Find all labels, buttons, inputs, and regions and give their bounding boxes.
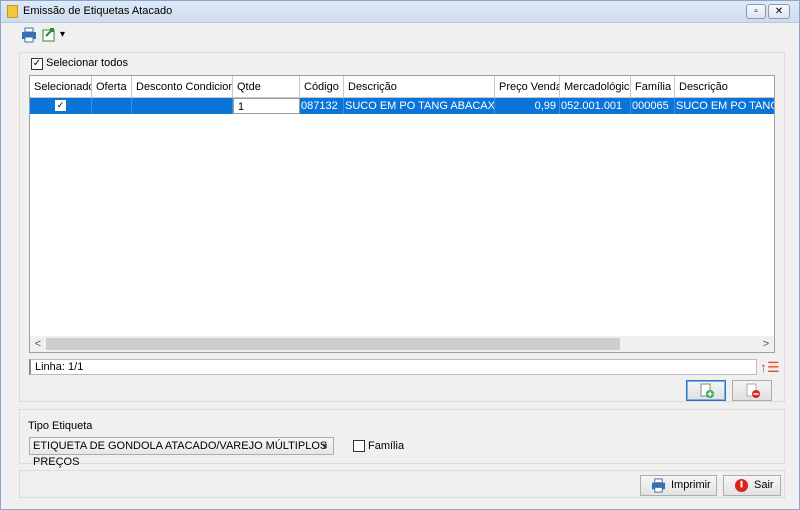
col-descricao[interactable]: Descrição	[344, 76, 495, 98]
col-descricao-familia[interactable]: Descrição	[675, 76, 774, 98]
cell-descricao[interactable]: SUCO EM PO TANG ABACAXI 25G	[344, 98, 495, 114]
scroll-left-icon[interactable]: <	[30, 336, 46, 352]
row-select-checkbox[interactable]: ✓	[55, 100, 66, 111]
toolbar: ▾	[1, 24, 799, 48]
col-qtde[interactable]: Qtde	[233, 76, 300, 98]
familia-checkbox-label: Família	[368, 440, 405, 452]
horizontal-scrollbar[interactable]: < >	[30, 336, 774, 352]
remove-icon	[746, 383, 760, 398]
app-icon	[7, 5, 18, 18]
add-item-button[interactable]	[686, 380, 726, 401]
col-selecionado[interactable]: Selecionado	[30, 76, 92, 98]
imprimir-button[interactable]: Imprimir	[640, 475, 717, 496]
col-preco-venda[interactable]: Preço Venda	[495, 76, 560, 98]
sair-label: Sair	[754, 479, 774, 491]
cell-descricao-familia[interactable]: SUCO EM PO TANG 25G	[675, 98, 774, 114]
footer-panel: Imprimir Sair	[19, 470, 785, 498]
sort-icon[interactable]: ↑☰	[760, 359, 780, 375]
familia-checkbox[interactable]	[353, 440, 365, 452]
cell-codigo[interactable]: 087132	[300, 98, 344, 114]
close-button[interactable]: ✕	[768, 4, 790, 19]
cell-selecionado[interactable]: ✓	[30, 98, 92, 114]
remove-item-button[interactable]	[732, 380, 772, 401]
grid-header: Selecionado Oferta Desconto Condicional …	[30, 76, 774, 98]
cell-oferta[interactable]	[92, 98, 132, 114]
table-row[interactable]: ✓ 1 087132 SUCO EM PO TANG ABACAXI 25G 0…	[30, 98, 774, 114]
select-all-checkbox[interactable]: ✓	[31, 58, 43, 70]
cell-preco-venda[interactable]: 0,99	[495, 98, 560, 114]
col-familia[interactable]: Família	[631, 76, 675, 98]
cell-familia[interactable]: 000065	[631, 98, 675, 114]
cell-desconto[interactable]	[132, 98, 233, 114]
exit-icon	[734, 478, 749, 493]
col-desconto-condicional[interactable]: Desconto Condicional	[132, 76, 233, 98]
cell-qtde-input[interactable]: 1	[233, 98, 300, 114]
export-dropdown-caret[interactable]: ▾	[60, 29, 65, 40]
items-grid[interactable]: Selecionado Oferta Desconto Condicional …	[29, 75, 775, 353]
export-icon[interactable]	[41, 27, 57, 43]
items-panel: ✓ Selecionar todos Selecionado Oferta De…	[19, 52, 785, 402]
label-type-panel: Tipo Etiqueta ETIQUETA DE GONDOLA ATACAD…	[19, 409, 785, 468]
row-counter: Linha: 1/1	[35, 361, 84, 373]
sair-button[interactable]: Sair	[723, 475, 781, 496]
imprimir-label: Imprimir	[671, 479, 711, 491]
scroll-right-icon[interactable]: >	[758, 336, 774, 352]
status-bar: Linha: 1/1	[29, 359, 757, 375]
cell-mercadologico[interactable]: 052.001.001	[560, 98, 631, 114]
tipo-etiqueta-label: Tipo Etiqueta	[28, 420, 93, 432]
chevron-down-icon: ▼	[320, 441, 329, 451]
select-all-label: Selecionar todos	[46, 57, 128, 69]
printer-icon	[651, 478, 666, 493]
add-icon	[700, 383, 714, 398]
title-bar: Emissão de Etiquetas Atacado ▫ ✕	[1, 1, 799, 23]
col-codigo[interactable]: Código	[300, 76, 344, 98]
col-oferta[interactable]: Oferta	[92, 76, 132, 98]
restore-button[interactable]: ▫	[746, 4, 766, 19]
window-title: Emissão de Etiquetas Atacado	[23, 5, 173, 17]
scroll-thumb[interactable]	[46, 338, 620, 350]
main-window: Emissão de Etiquetas Atacado ▫ ✕ ▾ ✓ Sel…	[0, 0, 800, 510]
col-mercadologico[interactable]: Mercadológico	[560, 76, 631, 98]
tipo-etiqueta-value: ETIQUETA DE GONDOLA ATACADO/VAREJO MÚLTI…	[33, 440, 328, 468]
tipo-etiqueta-select[interactable]: ETIQUETA DE GONDOLA ATACADO/VAREJO MÚLTI…	[29, 437, 334, 468]
printer-icon[interactable]	[21, 27, 37, 43]
